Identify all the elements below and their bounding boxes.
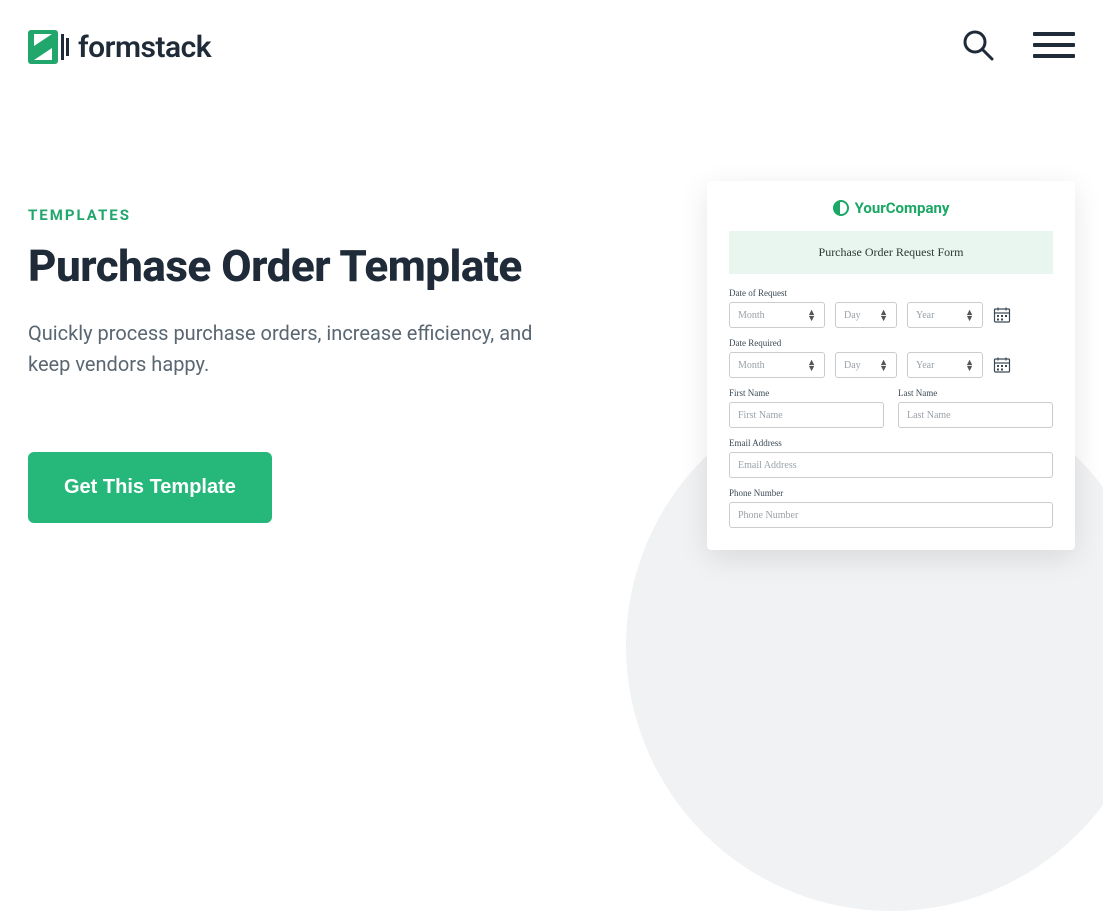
select-caret-icon: ▲▼ (965, 309, 974, 321)
date-required-row: Month ▲▼ Day ▲▼ Year ▲▼ (729, 352, 1053, 378)
last-name-placeholder: Last Name (907, 410, 951, 421)
company-name: YourCompany (855, 199, 950, 217)
last-name-input[interactable]: Last Name (898, 402, 1053, 428)
month-select[interactable]: Month ▲▼ (729, 352, 825, 378)
year-select-value: Year (916, 310, 934, 321)
header-actions (961, 28, 1075, 66)
last-name-label: Last Name (898, 388, 1053, 398)
select-caret-icon: ▲▼ (807, 359, 816, 371)
date-of-request-row: Month ▲▼ Day ▲▼ Year ▲▼ (729, 302, 1053, 328)
get-template-button[interactable]: Get This Template (28, 452, 272, 523)
month-select-value: Month (738, 310, 765, 321)
calendar-icon[interactable] (993, 356, 1011, 374)
brand-logo-mark (28, 28, 72, 66)
first-name-label: First Name (729, 388, 884, 398)
menu-icon[interactable] (1033, 32, 1075, 62)
brand-name: formstack (78, 30, 211, 65)
first-name-input[interactable]: First Name (729, 402, 884, 428)
email-input[interactable]: Email Address (729, 452, 1053, 478)
month-select[interactable]: Month ▲▼ (729, 302, 825, 328)
company-logo-icon (833, 200, 849, 216)
day-select[interactable]: Day ▲▼ (835, 352, 897, 378)
calendar-icon[interactable] (993, 306, 1011, 324)
select-caret-icon: ▲▼ (879, 359, 888, 371)
form-preview: YourCompany Purchase Order Request Form … (707, 181, 1075, 550)
year-select[interactable]: Year ▲▼ (907, 352, 983, 378)
year-select[interactable]: Year ▲▼ (907, 302, 983, 328)
page-description: Quickly process purchase orders, increas… (28, 318, 548, 380)
brand-logo[interactable]: formstack (28, 28, 211, 66)
form-title-banner: Purchase Order Request Form (729, 231, 1053, 274)
email-placeholder: Email Address (738, 460, 797, 471)
phone-input[interactable]: Phone Number (729, 502, 1053, 528)
hero-content: TEMPLATES Purchase Order Template Quickl… (28, 206, 548, 523)
month-select-value: Month (738, 360, 765, 371)
eyebrow: TEMPLATES (28, 206, 548, 224)
form-card: YourCompany Purchase Order Request Form … (707, 181, 1075, 550)
select-caret-icon: ▲▼ (879, 309, 888, 321)
phone-placeholder: Phone Number (738, 510, 798, 521)
date-required-label: Date Required (729, 338, 1053, 348)
date-of-request-label: Date of Request (729, 288, 1053, 298)
first-name-placeholder: First Name (738, 410, 783, 421)
email-label: Email Address (729, 438, 1053, 448)
site-header: formstack (0, 0, 1103, 66)
select-caret-icon: ▲▼ (807, 309, 816, 321)
search-icon[interactable] (961, 28, 995, 66)
form-company-logo: YourCompany (729, 199, 1053, 217)
page-title: Purchase Order Template (28, 242, 548, 290)
year-select-value: Year (916, 360, 934, 371)
day-select[interactable]: Day ▲▼ (835, 302, 897, 328)
day-select-value: Day (844, 310, 861, 321)
select-caret-icon: ▲▼ (965, 359, 974, 371)
day-select-value: Day (844, 360, 861, 371)
phone-label: Phone Number (729, 488, 1053, 498)
